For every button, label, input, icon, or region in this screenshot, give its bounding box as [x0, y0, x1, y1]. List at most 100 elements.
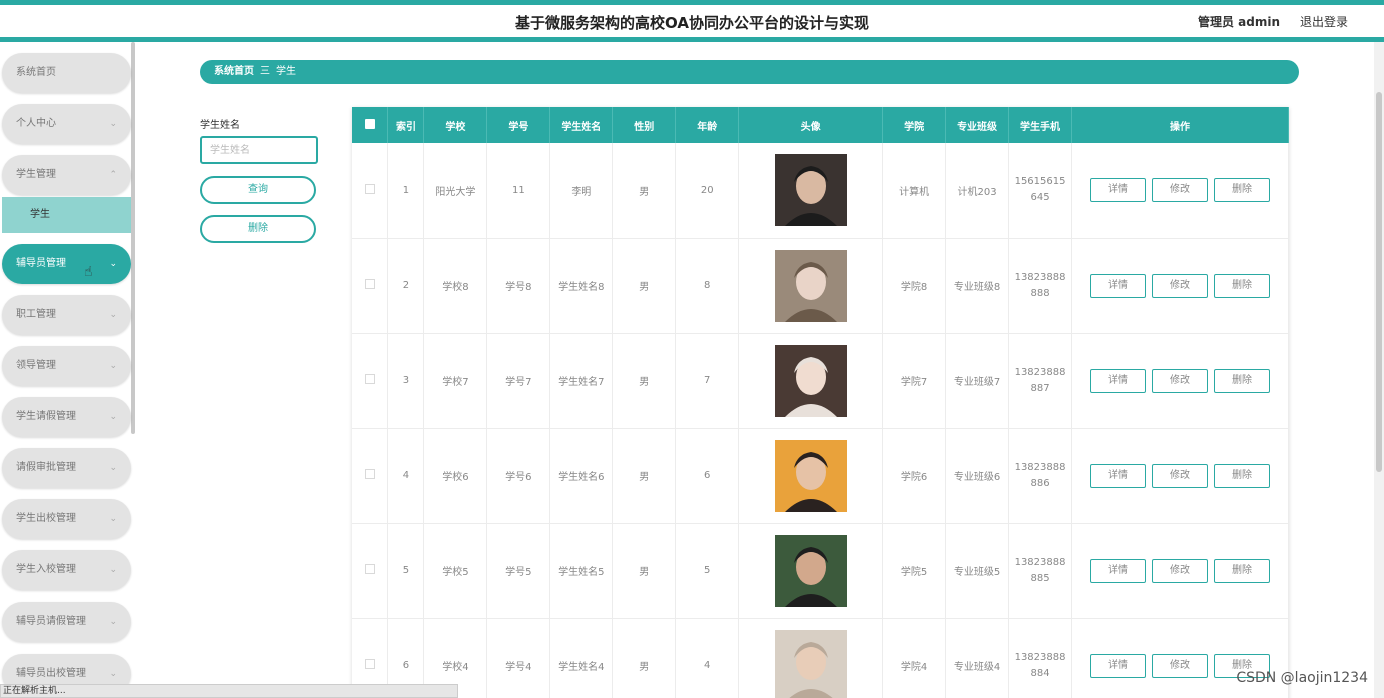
page-scrollbar[interactable] [1374, 42, 1384, 698]
cell-student-name: 学生姓名6 [549, 428, 614, 524]
sidebar-item-leave-approval[interactable]: 请假审批管理 ⌄ [2, 448, 131, 488]
column-header: 专业班级 [945, 107, 1010, 143]
sidebar-scrollbar[interactable] [131, 42, 135, 434]
admin-label: 管理员 admin [1197, 15, 1280, 29]
table-row: 4 学校6 学号6 学生姓名6 男 6 学院6 专业班级6 13823888 886 详情 修改 删除 [352, 428, 1289, 524]
delete-button[interactable]: 删除 [1214, 178, 1271, 203]
row-select-cell[interactable] [352, 238, 389, 334]
phone-line-2: 886 [1030, 477, 1050, 489]
sidebar-subitem-student[interactable]: 学生 [2, 197, 131, 233]
cell-student-no: 学号4 [486, 618, 551, 698]
watermark: CSDN @laojin1234 [1236, 670, 1368, 686]
column-header: 年龄 [675, 107, 740, 143]
phone-line-2: 645 [1030, 192, 1050, 204]
detail-button[interactable]: 详情 [1090, 368, 1147, 393]
cell-avatar [738, 618, 884, 698]
select-all-checkbox[interactable] [364, 118, 375, 129]
edit-button[interactable]: 修改 [1152, 463, 1209, 488]
sidebar-item-student-leave[interactable]: 学生请假管理 ⌄ [2, 397, 131, 437]
chevron-down-icon: ⌄ [109, 565, 117, 575]
cell-student-name: 学生姓名4 [549, 618, 614, 698]
sidebar-item-staff-mgmt[interactable]: 职工管理 ⌄ [2, 295, 131, 335]
row-checkbox[interactable] [364, 659, 375, 669]
page-scrollbar-thumb[interactable] [1376, 92, 1382, 472]
select-all-header[interactable] [352, 107, 389, 143]
sidebar-item-student-entry[interactable]: 学生入校管理 ⌄ [2, 550, 131, 590]
edit-button[interactable]: 修改 [1152, 178, 1209, 203]
sidebar-item-home[interactable]: 系统首页 [2, 53, 131, 93]
sidebar-item-profile[interactable]: 个人中心 ⌄ [2, 104, 131, 144]
batch-delete-button[interactable]: 删除 [200, 215, 316, 243]
sidebar-item-student-mgmt[interactable]: 学生管理 ⌃ [2, 155, 131, 195]
cell-phone: 13823888 886 [1008, 428, 1073, 524]
cell-avatar [738, 523, 884, 619]
edit-button[interactable]: 修改 [1152, 558, 1209, 583]
column-header: 头像 [738, 107, 884, 143]
edit-button[interactable]: 修改 [1152, 653, 1209, 678]
chevron-down-icon: ⌄ [109, 412, 117, 422]
row-checkbox[interactable] [364, 374, 375, 384]
delete-button[interactable]: 删除 [1214, 558, 1271, 583]
cell-school: 学校7 [423, 333, 488, 429]
detail-button[interactable]: 详情 [1090, 273, 1147, 298]
row-select-cell[interactable] [352, 143, 389, 239]
table-row: 2 学校8 学号8 学生姓名8 男 8 学院8 专业班级8 13823888 888 详情 修改 删除 [352, 238, 1289, 334]
cell-actions: 详情 修改 删除 [1071, 333, 1289, 429]
delete-button[interactable]: 删除 [1214, 368, 1271, 393]
cell-avatar [738, 333, 884, 429]
cell-index: 3 [387, 333, 425, 429]
cell-age: 6 [675, 428, 740, 524]
cell-actions: 详情 修改 删除 [1071, 238, 1289, 334]
edit-button[interactable]: 修改 [1152, 273, 1209, 298]
detail-button[interactable]: 详情 [1090, 558, 1147, 583]
breadcrumb-current: 学生 [276, 66, 296, 77]
column-header: 学号 [486, 107, 551, 143]
cell-phone: 13823888 885 [1008, 523, 1073, 619]
delete-button[interactable]: 删除 [1214, 273, 1271, 298]
cell-college: 学院7 [882, 333, 947, 429]
chevron-down-icon: ⌄ [109, 463, 117, 473]
cell-phone: 13823888 887 [1008, 333, 1073, 429]
row-checkbox[interactable] [364, 564, 375, 574]
cell-school: 学校8 [423, 238, 488, 334]
chevron-down-icon: ⌄ [109, 259, 117, 269]
row-select-cell[interactable] [352, 333, 389, 429]
sidebar-item-student-exit[interactable]: 学生出校管理 ⌄ [2, 499, 131, 539]
sidebar-item-leader-mgmt[interactable]: 领导管理 ⌄ [2, 346, 131, 386]
breadcrumb-home[interactable]: 系统首页 [214, 66, 254, 77]
cell-class: 专业班级6 [945, 428, 1010, 524]
table-header-row: 索引 学校 学号 学生姓名 性别 年龄 头像 学院 专业班级 学生手机 操作 [352, 107, 1289, 143]
phone-line-2: 888 [1030, 287, 1050, 299]
row-select-cell[interactable] [352, 523, 389, 619]
phone-line-1: 13823888 [1014, 461, 1066, 473]
cell-school: 阳光大学 [423, 143, 488, 239]
logout-link[interactable]: 退出登录 [1300, 13, 1348, 30]
sidebar: 系统首页 个人中心 ⌄ 学生管理 ⌃ 学生 辅导员管理 ⌄ ☝ 职工管理 ⌄ 领导管理 ⌄… [0, 42, 136, 698]
phone-line-1: 13823888 [1014, 366, 1066, 378]
cell-gender: 男 [612, 618, 677, 698]
query-button[interactable]: 查询 [200, 176, 316, 204]
phone-line-1: 13823888 [1014, 271, 1066, 283]
sidebar-item-counselor-mgmt[interactable]: 辅导员管理 ⌄ [2, 244, 131, 284]
detail-button[interactable]: 详情 [1090, 463, 1147, 488]
cell-college: 学院4 [882, 618, 947, 698]
row-checkbox[interactable] [364, 469, 375, 479]
breadcrumb: 系统首页三学生 [200, 60, 1299, 84]
cell-student-no: 学号7 [486, 333, 551, 429]
row-checkbox[interactable] [364, 183, 375, 194]
cell-college: 学院5 [882, 523, 947, 619]
row-checkbox[interactable] [364, 279, 375, 289]
cell-student-no: 11 [486, 143, 551, 239]
detail-button[interactable]: 详情 [1090, 653, 1147, 678]
sidebar-item-counselor-leave[interactable]: 辅导员请假管理 ⌄ [2, 602, 131, 642]
student-name-input[interactable] [200, 136, 318, 164]
delete-button[interactable]: 删除 [1214, 463, 1271, 488]
phone-line-2: 887 [1030, 382, 1050, 394]
filter-label: 学生姓名 [200, 120, 240, 131]
cell-age: 20 [675, 143, 740, 239]
edit-button[interactable]: 修改 [1152, 368, 1209, 393]
row-select-cell[interactable] [352, 428, 389, 524]
detail-button[interactable]: 详情 [1090, 178, 1147, 203]
cell-phone: 15615615 645 [1008, 143, 1073, 239]
cell-index: 1 [387, 143, 425, 239]
